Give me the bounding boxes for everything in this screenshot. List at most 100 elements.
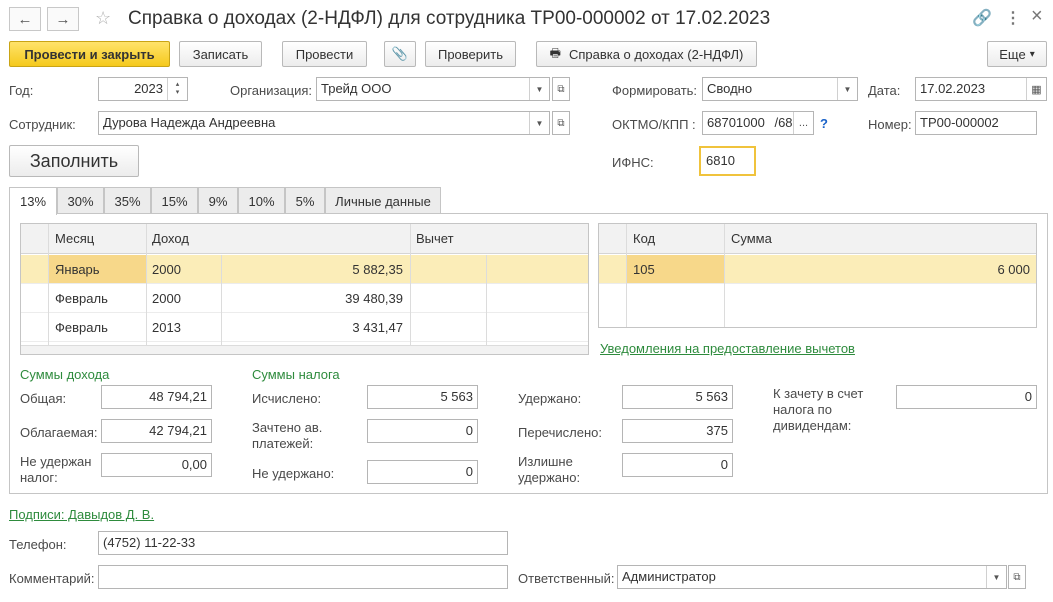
income-amount-cell: 3 431,47: [352, 320, 403, 335]
more-label: Еще: [999, 46, 1026, 62]
form-mode-label: Формировать:: [612, 83, 698, 98]
calendar-icon[interactable]: ▦: [1026, 78, 1046, 100]
page-title: Справка о доходах (2-НДФЛ) для сотрудник…: [128, 8, 771, 29]
check-button[interactable]: Проверить: [425, 41, 516, 67]
back-button[interactable]: ←: [9, 7, 41, 31]
deduction-notices-link[interactable]: Уведомления на предоставление вычетов: [600, 341, 855, 356]
org-field[interactable]: Трейд ООО ▼: [316, 77, 550, 101]
phone-label: Телефон:: [9, 537, 67, 552]
post-button[interactable]: Провести: [282, 41, 367, 67]
number-label: Номер:: [868, 117, 912, 132]
responsible-value: Администратор: [622, 569, 716, 584]
deduction-table[interactable]: Код Сумма 105 6 000: [598, 223, 1037, 328]
column-header-deduction[interactable]: Вычет: [410, 224, 460, 253]
link-icon[interactable]: 🔗: [972, 8, 992, 28]
table-row[interactable]: Февраль 2013 3 431,47: [21, 313, 588, 342]
taxable-income-field[interactable]: 42 794,21: [101, 419, 212, 443]
advance-payments-label: Зачтено ав. платежей:: [252, 420, 323, 451]
tab-personal-data[interactable]: Личные данные: [325, 187, 441, 214]
open-org-button[interactable]: ⧉: [552, 77, 570, 101]
tab-30[interactable]: 30%: [57, 187, 104, 214]
chevron-down-icon: ▾: [1029, 48, 1035, 60]
more-menu-icon[interactable]: ⋮: [1005, 8, 1021, 28]
column-header-income[interactable]: Доход: [146, 224, 195, 253]
arrow-left-icon: ←: [17, 10, 33, 28]
date-field[interactable]: 17.02.2023 ▦: [915, 77, 1047, 101]
close-icon[interactable]: ×: [1031, 5, 1043, 28]
ifns-field[interactable]: 6810: [699, 146, 756, 176]
open-employee-button[interactable]: ⧉: [552, 111, 570, 135]
responsible-field[interactable]: Администратор ▼: [617, 565, 1007, 589]
oktmo-label: ОКТМО/КПП :: [612, 117, 696, 132]
employee-field[interactable]: Дурова Надежда Андреевна ▼: [98, 111, 550, 135]
not-withheld-tax-field[interactable]: 0,00: [101, 453, 212, 477]
oktmo-value: 68701000: [707, 115, 765, 130]
column-header-sum[interactable]: Сумма: [725, 224, 778, 253]
write-button[interactable]: Записать: [179, 41, 262, 67]
attach-button[interactable]: 📎: [384, 41, 416, 67]
responsible-label: Ответственный:: [518, 571, 615, 586]
excess-withheld-field[interactable]: 0: [622, 453, 733, 477]
not-withheld-field[interactable]: 0: [367, 460, 478, 484]
horizontal-scrollbar[interactable]: [21, 345, 588, 354]
income-table[interactable]: Месяц Доход Вычет Январь 2000 5 882,35 Ф…: [20, 223, 589, 355]
month-cell: Январь: [55, 262, 100, 277]
year-label: Год:: [9, 83, 34, 98]
table-row[interactable]: Январь 2000 5 882,35: [21, 255, 588, 284]
more-button[interactable]: Еще ▾: [987, 41, 1047, 67]
table-header: Код Сумма: [599, 224, 1036, 254]
phone-field[interactable]: (4752) 11-22-33: [98, 531, 508, 555]
print-report-button[interactable]: 🖶 Справка о доходах (2-НДФЛ): [536, 41, 757, 67]
tab-9[interactable]: 9%: [198, 187, 238, 214]
dividends-offset-field[interactable]: 0: [896, 385, 1037, 409]
kpp-value: /68: [774, 115, 793, 130]
tab-15[interactable]: 15%: [151, 187, 198, 214]
income-amount-cell: 5 882,35: [352, 262, 403, 277]
tab-10[interactable]: 10%: [238, 187, 285, 214]
fill-button[interactable]: Заполнить: [9, 145, 139, 177]
month-cell: Февраль: [55, 320, 108, 335]
chevron-down-icon[interactable]: ▼: [529, 112, 549, 134]
help-icon[interactable]: ?: [820, 116, 828, 131]
tab-13[interactable]: 13%: [9, 187, 57, 215]
transferred-field[interactable]: 375: [622, 419, 733, 443]
forward-button[interactable]: →: [47, 7, 79, 31]
open-form-icon: ⧉: [1013, 571, 1021, 583]
print-report-label: Справка о доходах (2-НДФЛ): [568, 46, 744, 62]
chevron-down-icon[interactable]: ▼: [529, 78, 549, 100]
advance-payments-field[interactable]: 0: [367, 419, 478, 443]
total-income-field[interactable]: 48 794,21: [101, 385, 212, 409]
calculated-label: Исчислено:: [252, 391, 322, 406]
withheld-field[interactable]: 5 563: [622, 385, 733, 409]
form-mode-select[interactable]: Сводно ▼: [702, 77, 858, 101]
tab-5[interactable]: 5%: [285, 187, 325, 214]
comment-label: Комментарий:: [9, 571, 95, 586]
oktmo-field[interactable]: 68701000 /68 ...: [702, 111, 814, 135]
withheld-label: Удержано:: [518, 391, 582, 406]
table-row[interactable]: 105 6 000: [599, 255, 1036, 284]
printer-icon: 🖶: [549, 45, 561, 60]
table-row[interactable]: Февраль 2000 39 480,39: [21, 284, 588, 313]
post-and-close-button[interactable]: Провести и закрыть: [9, 41, 170, 67]
employee-label: Сотрудник:: [9, 117, 76, 132]
ifns-label: ИФНС:: [612, 155, 654, 170]
date-label: Дата:: [868, 83, 901, 98]
column-header-month[interactable]: Месяц: [49, 224, 100, 253]
year-field[interactable]: 2023 ▴ ▾: [98, 77, 188, 101]
deduction-sum-cell: 6 000: [997, 262, 1030, 277]
comment-field[interactable]: [98, 565, 508, 589]
chevron-down-icon[interactable]: ▼: [837, 78, 857, 100]
calculated-field[interactable]: 5 563: [367, 385, 478, 409]
column-header-code[interactable]: Код: [627, 224, 661, 253]
select-button[interactable]: ...: [793, 112, 813, 134]
org-value: Трейд ООО: [321, 81, 392, 96]
number-field[interactable]: ТР00-000002: [915, 111, 1037, 135]
favorite-star-icon[interactable]: ☆: [95, 8, 111, 29]
total-income-label: Общая:: [20, 391, 67, 406]
open-form-icon: ⧉: [557, 117, 565, 129]
open-responsible-button[interactable]: ⧉: [1008, 565, 1026, 589]
tab-35[interactable]: 35%: [104, 187, 151, 214]
year-spinner[interactable]: ▴ ▾: [167, 78, 187, 100]
signatures-link[interactable]: Подписи: Давыдов Д. В.: [9, 507, 154, 522]
chevron-down-icon[interactable]: ▼: [986, 566, 1006, 588]
